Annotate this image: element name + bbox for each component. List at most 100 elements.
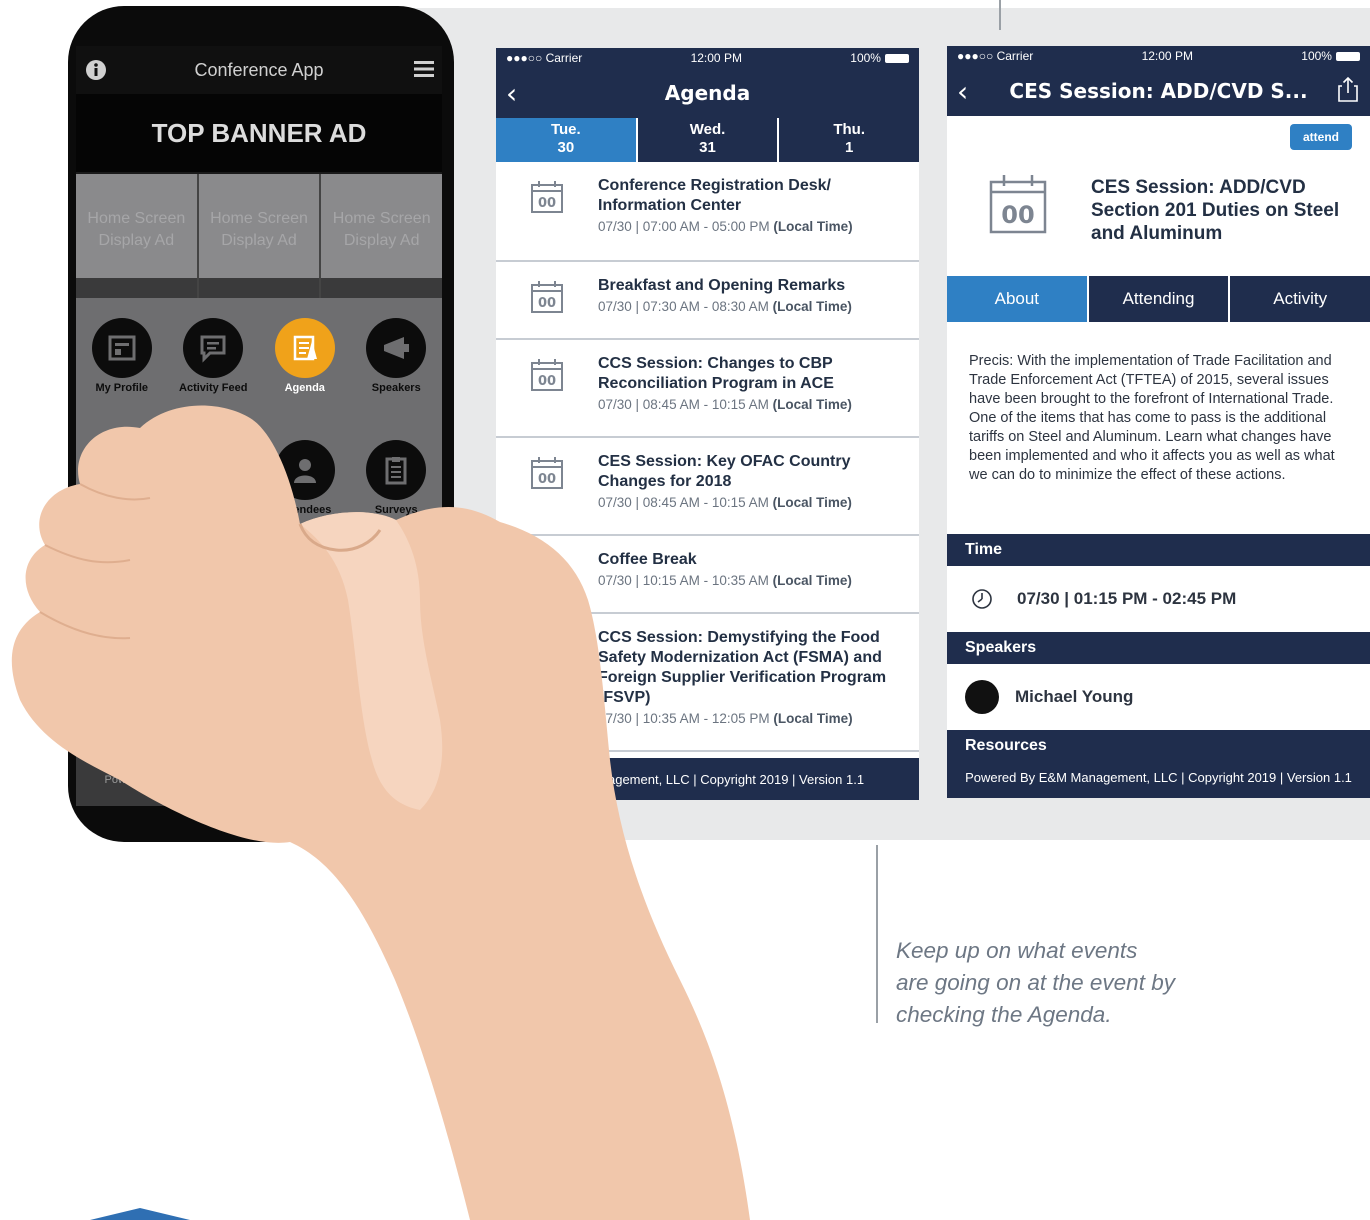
session-time: 07/30 | 01:15 PM - 02:45 PM [1017, 589, 1237, 608]
event-time: 07/30 | 10:35 AM - 12:05 PM (Local Time) [598, 711, 853, 726]
grid-item-leaderboard[interactable]: Leaderb [259, 562, 351, 678]
phone-home-screen: Conference App TOP BANNER AD Home Screen… [76, 46, 442, 806]
battery-indicator: 100% [850, 51, 909, 65]
phone-footer: Powered By E&M Management, LLC | Copyrig… [104, 774, 414, 786]
map-pin-icon [111, 577, 132, 606]
booth-icon [110, 458, 133, 481]
svg-text:00: 00 [538, 570, 556, 585]
detail-navbar: ‹ CES Session: ADD/CVD S... [947, 66, 1370, 116]
hamburger-menu-icon[interactable] [414, 60, 434, 78]
brand-shape [90, 1208, 190, 1220]
section-header-time: Time [947, 534, 1370, 566]
page-title: Agenda [664, 81, 751, 105]
event-title: Breakfast and Opening Remarks [598, 277, 846, 294]
agenda-navbar: ‹ Agenda [496, 68, 919, 118]
carrier-label: ●●●○○ Carrier [506, 51, 583, 65]
carrier-label: ●●●○○ Carrier [957, 49, 1034, 63]
event-title: CES Session: Key OFAC Country Changes fo… [598, 453, 851, 490]
chevron-left-icon[interactable]: ‹ [957, 75, 968, 108]
day-tab-wed[interactable]: Wed. 31 [638, 118, 780, 162]
display-ads: Home Screen Display Ad Home Screen Displ… [76, 174, 442, 298]
event-time: 07/30 | 10:15 AM - 10:35 AM (Local Time) [598, 573, 852, 588]
section-header-speakers: Speakers [947, 632, 1370, 664]
day-tab-tue[interactable]: Tue. 30 [496, 118, 638, 162]
grid-item-my-profile[interactable]: My Profile [76, 318, 168, 434]
svg-text:00: 00 [538, 472, 556, 487]
chat-icon [200, 335, 226, 363]
profile-icon [108, 335, 136, 361]
tab-attending[interactable]: Attending [1089, 276, 1231, 322]
grid-item-activity-feed[interactable]: Activity Feed [168, 318, 260, 434]
detail-footer: Powered By E&M Management, LLC | Copyrig… [947, 756, 1370, 798]
leaderboard-icon [293, 583, 316, 603]
megaphone-icon [384, 337, 410, 359]
day-tab-thu[interactable]: Thu. 1 [779, 118, 919, 162]
grid-item-speakers[interactable]: Speakers [351, 318, 443, 434]
agenda-item[interactable]: 00 CES Session: Key OFAC Country Changes… [496, 438, 919, 536]
session-time-row: 07/30 | 01:15 PM - 02:45 PM [947, 568, 1370, 630]
grid-item-sponsors[interactable]: Sponsors [168, 440, 260, 556]
share-icon[interactable] [1338, 76, 1358, 102]
session-detail-screen: ●●●○○ Carrier 12:00 PM 100% ‹ CES Sessio… [947, 46, 1370, 798]
grid-item-surveys[interactable]: Surveys [351, 440, 443, 556]
calendar-icon: 00 [531, 281, 563, 313]
svg-text:00: 00 [538, 374, 556, 389]
calendar-icon: 00 [531, 633, 563, 665]
display-ad[interactable]: Home Screen Display Ad [76, 174, 199, 298]
speaker-name: Michael Young [1015, 687, 1134, 706]
event-title: Conference Registration Desk/ Informatio… [598, 177, 831, 214]
svg-text:00: 00 [538, 648, 556, 663]
svg-text:00: 00 [538, 296, 556, 311]
calendar-icon: 00 [989, 175, 1047, 234]
chevron-left-icon[interactable]: ‹ [506, 77, 517, 110]
flag-icon [204, 580, 224, 605]
grid-item-exhibitors[interactable]: Exhibitors [76, 440, 168, 556]
event-title: CCS Session: Changes to CBP Reconciliati… [598, 355, 834, 392]
agenda-item[interactable]: 00 CCS Session: Demystifying the Food Sa… [496, 614, 919, 752]
clock-label: 12:00 PM [690, 51, 742, 65]
agenda-item[interactable]: 00 Breakfast and Opening Remarks 07/30 | … [496, 262, 919, 340]
agenda-item[interactable]: 00 Conference Registration Desk/ Informa… [496, 162, 919, 262]
attend-button[interactable]: attend [1290, 124, 1352, 150]
status-bar: ●●●○○ Carrier 12:00 PM 100% [496, 48, 919, 68]
grid-item-social-media[interactable]: Social Media [168, 562, 260, 678]
battery-icon [1335, 52, 1360, 62]
info-icon[interactable] [85, 59, 107, 81]
svg-text:00: 00 [1001, 201, 1034, 229]
event-time: 07/30 | 08:45 AM - 10:15 AM (Local Time) [598, 495, 852, 510]
event-title: CCS Session: Demystifying the Food Safet… [598, 629, 887, 706]
event-title: Coffee Break [598, 551, 697, 568]
tab-activity[interactable]: Activity [1230, 276, 1370, 322]
session-title: CES Session: ADD/CVD Section 201 Duties … [1091, 177, 1340, 244]
grid-item-maps[interactable]: Maps [76, 562, 168, 678]
event-time: 07/30 | 08:45 AM - 10:15 AM (Local Time) [598, 397, 852, 412]
agenda-item[interactable]: 00 Coffee Break 07/30 | 10:15 AM - 10:35 … [496, 536, 919, 614]
calendar-icon: 00 [531, 181, 563, 213]
star-icon [198, 455, 229, 485]
tab-about[interactable]: About [947, 276, 1089, 322]
agenda-icon [293, 335, 317, 361]
display-ad[interactable]: Home Screen Display Ad [198, 174, 322, 298]
connector-line-caption [876, 845, 878, 1023]
phone-device: Conference App TOP BANNER AD Home Screen… [68, 6, 454, 842]
agenda-screen: ●●●○○ Carrier 12:00 PM 100% ‹ Agenda Tue… [496, 48, 919, 800]
clock-icon [972, 589, 992, 609]
display-ad[interactable]: Home Screen Display Ad [321, 174, 442, 298]
speaker-row[interactable]: Michael Young [947, 666, 1370, 728]
calendar-icon: 00 [531, 555, 563, 587]
caption-text: Keep up on what events are going on at t… [896, 938, 1175, 1027]
svg-text:00: 00 [538, 196, 556, 211]
agenda-item[interactable]: 00 CCS Session: Changes to CBP Reconcili… [496, 340, 919, 438]
grid-item-agenda[interactable]: Agenda [259, 318, 351, 434]
feature-grid: My Profile Activity Feed Agenda Speakers… [76, 298, 442, 678]
event-time: 07/30 | 07:00 AM - 05:00 PM (Local Time) [598, 219, 853, 234]
day-tabs: Tue. 30 Wed. 31 Thu. 1 [496, 118, 919, 162]
app-header: Conference App [76, 46, 442, 94]
avatar [965, 680, 999, 714]
top-banner-ad[interactable]: TOP BANNER AD [76, 94, 442, 174]
bottom-banner-ad[interactable]: BOTTOM BANNER AD [76, 700, 442, 774]
calendar-icon: 00 [531, 457, 563, 489]
app-title: Conference App [194, 59, 324, 80]
grid-item-attendees[interactable]: Attendees [259, 440, 351, 556]
battery-indicator: 100% [1301, 49, 1360, 63]
